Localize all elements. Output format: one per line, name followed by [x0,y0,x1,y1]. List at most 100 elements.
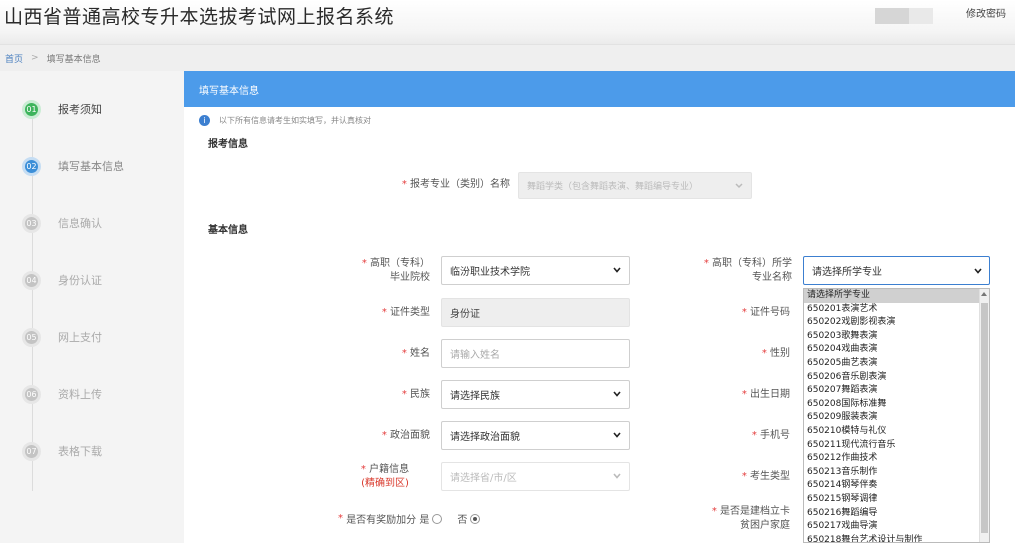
ethnicity-label: * 民族 [401,389,430,400]
scroll-up-arrow-icon[interactable] [981,292,987,296]
dropdown-option[interactable]: 650209服装表演 [804,411,989,425]
chevron-down-icon [973,266,983,279]
hukou-select[interactable]: 请选择省/市/区 [441,462,630,491]
breadcrumb-separator-icon: > [31,53,39,63]
form-panel-header: 填写基本信息 [184,71,1015,107]
dropdown-option[interactable]: 650214钢琴伴奏 [804,479,989,493]
college-select[interactable]: 临汾职业技术学院 [441,256,630,285]
step-3-label: 信息确认 [58,217,102,230]
dropdown-option[interactable]: 650202戏剧影视表演 [804,316,989,330]
step-2[interactable]: 02 填写基本信息 [22,155,124,177]
dropdown-option[interactable]: 650205曲艺表演 [804,357,989,371]
form-notice: i 以下所有信息请考生如实填写，并认真核对 [199,115,371,126]
dropdown-option[interactable]: 650210模特与礼仪 [804,425,989,439]
college-label: * 高职（专科） 毕业院校 [361,258,430,283]
major-category-select: 舞蹈学类（包含舞蹈表演、舞蹈编导专业） [518,172,752,199]
major-select[interactable]: 请选择所学专业 [803,256,990,285]
change-password-link[interactable]: 修改密码 [966,5,1006,20]
step-1-circle: 01 [22,99,41,119]
step-6-label: 资料上传 [58,388,102,401]
dropdown-option[interactable]: 650217戏曲导演 [804,520,989,534]
step-5-circle: 05 [22,327,41,347]
step-1-label: 报考须知 [58,103,102,116]
major-select-value: 请选择所学专业 [812,267,882,278]
user-avatar-blurred[interactable] [875,8,945,24]
bonus-no-label: 否 [457,515,468,526]
info-icon: i [199,115,210,126]
step-4[interactable]: 04 身份认证 [22,269,102,291]
form-notice-text: 以下所有信息请考生如实填写，并认真核对 [219,116,371,125]
dropdown-option[interactable]: 650215钢琴调律 [804,493,989,507]
step-7-circle: 07 [22,441,41,461]
bonus-label: 是否有奖励加分 [346,515,417,526]
political-select[interactable]: 请选择政治面貌 [441,421,630,450]
dropdown-option[interactable]: 650201表演艺术 [804,303,989,317]
dropdown-option[interactable]: 650204戏曲表演 [804,343,989,357]
id-number-label: * 证件号码 [741,307,790,318]
chevron-down-icon [612,389,622,399]
dropdown-scroll-thumb[interactable] [981,303,988,533]
poverty-label: * 是否是建档立卡 贫困户家庭 [711,506,790,531]
dropdown-option[interactable]: 650216舞蹈编导 [804,507,989,521]
id-type-label: * 证件类型 [381,307,430,318]
section-title-basic: 基本信息 [204,221,252,239]
political-label: * 政治面貌 [381,430,430,441]
name-input[interactable]: 请输入姓名 [441,339,630,368]
phone-label: * 手机号 [751,430,790,441]
dropdown-option[interactable]: 650203歌舞表演 [804,330,989,344]
dropdown-option[interactable]: 650208国际标准舞 [804,398,989,412]
ethnicity-value: 请选择民族 [450,391,500,402]
step-2-circle: 02 [22,156,41,176]
step-3-circle: 03 [22,213,41,233]
dropdown-scrollbar[interactable] [979,289,989,542]
college-value: 临汾职业技术学院 [450,267,530,278]
step-5-label: 网上支付 [58,331,102,344]
major-dropdown-list: 请选择所学专业 650201表演艺术 650202戏剧影视表演 650203歌舞… [803,288,990,543]
id-type-value: 身份证 [450,309,480,320]
step-3[interactable]: 03 信息确认 [22,212,102,234]
top-bar: 山西省普通高校专升本选拔考试网上报名系统 修改密码 [0,0,1015,44]
chevron-down-icon [612,265,622,275]
breadcrumb: 首页 > 填写基本信息 [0,44,1015,71]
hukou-value: 请选择省/市/区 [450,473,517,484]
name-label: * 姓名 [401,348,430,359]
political-value: 请选择政治面貌 [450,432,520,443]
chevron-down-icon [734,181,744,191]
breadcrumb-current: 填写基本信息 [46,54,101,65]
bonus-yes-radio[interactable] [432,513,443,524]
dropdown-option[interactable]: 650211现代流行音乐 [804,439,989,453]
step-sidebar: 01 报考须知 02 填写基本信息 03 信息确认 04 身份认证 05 网上支… [0,71,180,543]
id-type-field: 身份证 [441,298,630,327]
dropdown-option[interactable]: 650218舞台艺术设计与制作 [804,534,989,542]
step-6-circle: 06 [22,384,41,404]
breadcrumb-home[interactable]: 首页 [5,52,23,65]
step-4-circle: 04 [22,270,41,290]
hukou-label: * 户籍信息 (精确到区) [360,464,410,489]
bonus-yes-label: 是 [419,515,430,526]
step-7[interactable]: 07 表格下载 [22,440,102,462]
name-input-placeholder: 请输入姓名 [450,350,500,361]
bonus-radio-group: * 是否有奖励加分 是 否 [338,511,483,526]
candidate-type-label: * 考生类型 [741,471,790,482]
gender-label: * 性别 [761,348,790,359]
section-title-exam: 报考信息 [204,135,252,153]
step-1[interactable]: 01 报考须知 [22,98,102,120]
step-4-label: 身份认证 [58,274,102,287]
major-category-label: * 报考专业（类别）名称 [401,179,510,190]
dropdown-option[interactable]: 650213音乐制作 [804,466,989,480]
dropdown-option[interactable]: 650212作曲技术 [804,452,989,466]
chevron-down-icon [612,430,622,440]
step-2-label: 填写基本信息 [58,160,124,173]
dropdown-option[interactable]: 650207舞蹈表演 [804,384,989,398]
chevron-down-icon [612,471,622,481]
step-6[interactable]: 06 资料上传 [22,383,102,405]
step-5[interactable]: 05 网上支付 [22,326,102,348]
app-title: 山西省普通高校专升本选拔考试网上报名系统 [4,6,395,28]
dropdown-option[interactable]: 请选择所学专业 [804,289,989,303]
ethnicity-select[interactable]: 请选择民族 [441,380,630,409]
bonus-no-radio[interactable] [470,513,481,524]
dropdown-option[interactable]: 650206音乐剧表演 [804,371,989,385]
major-category-value: 舞蹈学类（包含舞蹈表演、舞蹈编导专业） [527,182,699,192]
step-7-label: 表格下载 [58,445,102,458]
major-label: * 高职（专科）所学 专业名称 [703,258,792,283]
